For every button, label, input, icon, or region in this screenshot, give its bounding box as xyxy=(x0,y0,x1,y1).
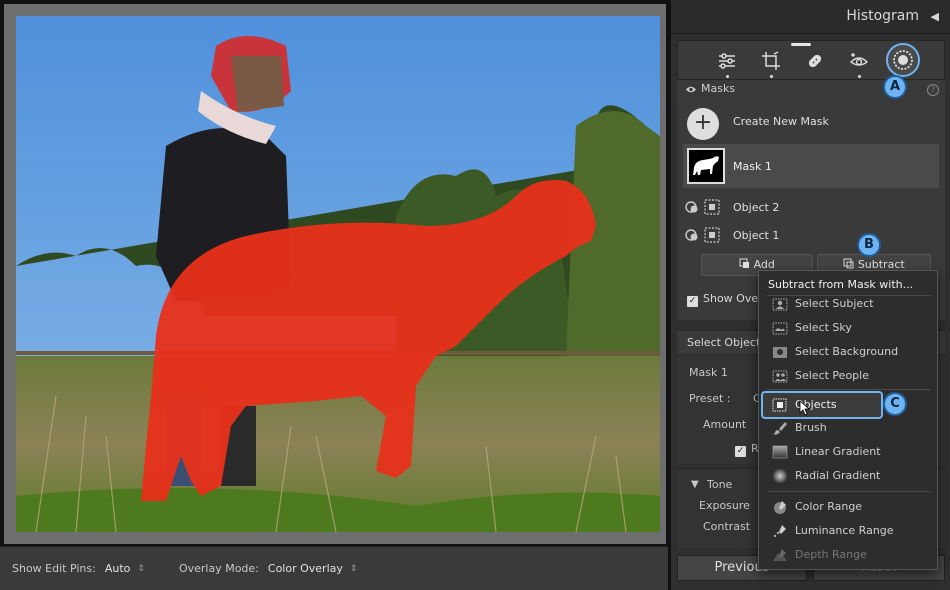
menu-item-label: Select Background xyxy=(795,345,899,358)
component-mode-icon[interactable] xyxy=(685,228,699,242)
edit-sliders-icon[interactable] xyxy=(716,50,738,72)
menu-item-label: Select Subject xyxy=(795,297,874,310)
menu-item-label: Select Sky xyxy=(795,321,852,334)
menu-item-select-background[interactable]: Select Background xyxy=(759,341,937,363)
masking-tool-button[interactable] xyxy=(886,43,920,77)
mask-thumbnail xyxy=(687,148,725,184)
callout-badge-a: A xyxy=(883,75,907,99)
color-range-icon xyxy=(774,501,786,514)
people-select-icon xyxy=(772,370,788,383)
invert-checkbox-row[interactable]: ✓ R xyxy=(735,442,759,457)
masking-icon xyxy=(893,50,913,70)
menu-item-objects[interactable]: Objects xyxy=(759,394,937,416)
background-select-icon xyxy=(773,347,787,358)
mask-component-object-1[interactable]: Object 1 xyxy=(683,222,939,248)
callout-badge-b: B xyxy=(857,233,881,257)
object-1-label: Object 1 xyxy=(733,229,780,242)
photo-canvas[interactable] xyxy=(16,16,660,532)
callout-badge-c: C xyxy=(883,392,907,416)
show-overlay-toggle[interactable]: ✓ Show Overl xyxy=(687,292,766,307)
image-frame xyxy=(4,4,666,544)
tool-indicator-dot xyxy=(726,75,729,78)
panel-drag-handle[interactable] xyxy=(791,43,811,46)
menu-item-linear-gradient[interactable]: Linear Gradient xyxy=(759,441,937,463)
subtract-mask-menu: Subtract from Mask with... Select Subjec… xyxy=(758,270,938,570)
exposure-label: Exposure xyxy=(699,499,750,512)
preset-label: Preset : xyxy=(689,392,731,405)
menu-item-label: Depth Range xyxy=(795,548,867,561)
linear-gradient-icon xyxy=(772,445,788,459)
menu-item-select-people[interactable]: Select People xyxy=(759,365,937,387)
object-select-icon xyxy=(704,227,720,243)
depth-range-icon xyxy=(773,549,787,561)
mask-1-label: Mask 1 xyxy=(733,160,772,173)
person-select-icon xyxy=(772,298,788,311)
menu-item-label: Color Range xyxy=(795,500,863,513)
create-new-mask-label[interactable]: Create New Mask xyxy=(733,115,829,128)
show-edit-pins-select[interactable]: Auto xyxy=(105,562,131,575)
histogram-header[interactable]: Histogram ◀ xyxy=(671,0,950,34)
menu-item-label: Select People xyxy=(795,369,869,382)
subtract-mask-icon xyxy=(843,258,854,269)
histogram-title: Histogram xyxy=(846,8,919,24)
object-select-icon xyxy=(704,199,720,215)
healing-icon[interactable] xyxy=(804,50,826,72)
overlay-mode-select[interactable]: Color Overlay xyxy=(268,562,343,575)
create-new-mask-button[interactable]: + xyxy=(687,108,719,140)
menu-header: Subtract from Mask with... xyxy=(768,278,914,291)
masks-title: Masks xyxy=(701,82,736,95)
objects-icon xyxy=(772,398,787,412)
tool-indicator-dot xyxy=(858,75,861,78)
menu-item-label: Linear Gradient xyxy=(795,445,881,458)
tone-collapse-icon[interactable]: ▼ xyxy=(691,479,699,490)
invert-checkbox[interactable]: ✓ xyxy=(735,446,746,457)
lightroom-window: Show Edit Pins: Auto ⇕ Overlay Mode: Col… xyxy=(0,0,950,590)
add-mask-icon xyxy=(739,258,750,268)
menu-item-radial-gradient[interactable]: Radial Gradient xyxy=(759,465,937,487)
amount-label: Amount xyxy=(703,418,747,431)
menu-divider xyxy=(767,389,931,390)
menu-item-color-range[interactable]: Color Range xyxy=(759,496,937,518)
brush-icon xyxy=(773,422,787,435)
object-2-label: Object 2 xyxy=(733,201,780,214)
menu-item-brush[interactable]: Brush xyxy=(759,417,937,439)
sky-select-icon xyxy=(772,322,788,335)
menu-item-label: Radial Gradient xyxy=(795,469,881,482)
menu-item-label: Brush xyxy=(795,421,827,434)
mask-list-item-mask-1[interactable]: Mask 1 xyxy=(683,144,939,188)
photo-image xyxy=(16,16,660,532)
tool-indicator-dot xyxy=(770,75,773,78)
show-overlay-checkbox[interactable]: ✓ xyxy=(687,296,698,307)
mask-section-title: Mask 1 xyxy=(689,366,728,379)
mouse-cursor-icon xyxy=(799,400,811,416)
show-edit-pins-label: Show Edit Pins: xyxy=(12,562,96,575)
help-icon[interactable]: ? xyxy=(927,84,939,96)
eye-icon[interactable] xyxy=(685,85,697,94)
bottom-toolbar: Show Edit Pins: Auto ⇕ Overlay Mode: Col… xyxy=(0,546,668,590)
menu-item-luminance-range[interactable]: Luminance Range xyxy=(759,520,937,542)
sheep-silhouette-icon xyxy=(693,156,719,175)
menu-item-label: Luminance Range xyxy=(795,524,894,537)
luminance-range-icon xyxy=(773,525,786,538)
overlay-mode-caret-icon[interactable]: ⇕ xyxy=(350,564,358,574)
menu-item-select-subject[interactable]: Select Subject xyxy=(759,293,937,315)
mask-component-object-2[interactable]: Object 2 xyxy=(683,194,939,220)
contrast-label: Contrast xyxy=(703,520,751,533)
show-overlay-label: Show Overl xyxy=(703,292,766,305)
menu-divider xyxy=(767,491,931,492)
show-edit-pins-caret-icon[interactable]: ⇕ xyxy=(137,564,145,574)
menu-item-depth-range: Depth Range xyxy=(759,544,937,566)
histogram-collapse-icon[interactable]: ◀ xyxy=(931,10,939,23)
red-eye-icon[interactable] xyxy=(848,50,870,72)
overlay-mode-label: Overlay Mode: xyxy=(178,562,259,575)
crop-icon[interactable] xyxy=(760,50,782,72)
tone-title[interactable]: Tone xyxy=(707,478,732,491)
menu-item-select-sky[interactable]: Select Sky xyxy=(759,317,937,339)
tool-strip xyxy=(677,40,945,80)
radial-gradient-icon xyxy=(773,469,787,483)
select-objects-label: Select Objects xyxy=(687,336,766,349)
component-mode-icon[interactable] xyxy=(685,200,699,214)
